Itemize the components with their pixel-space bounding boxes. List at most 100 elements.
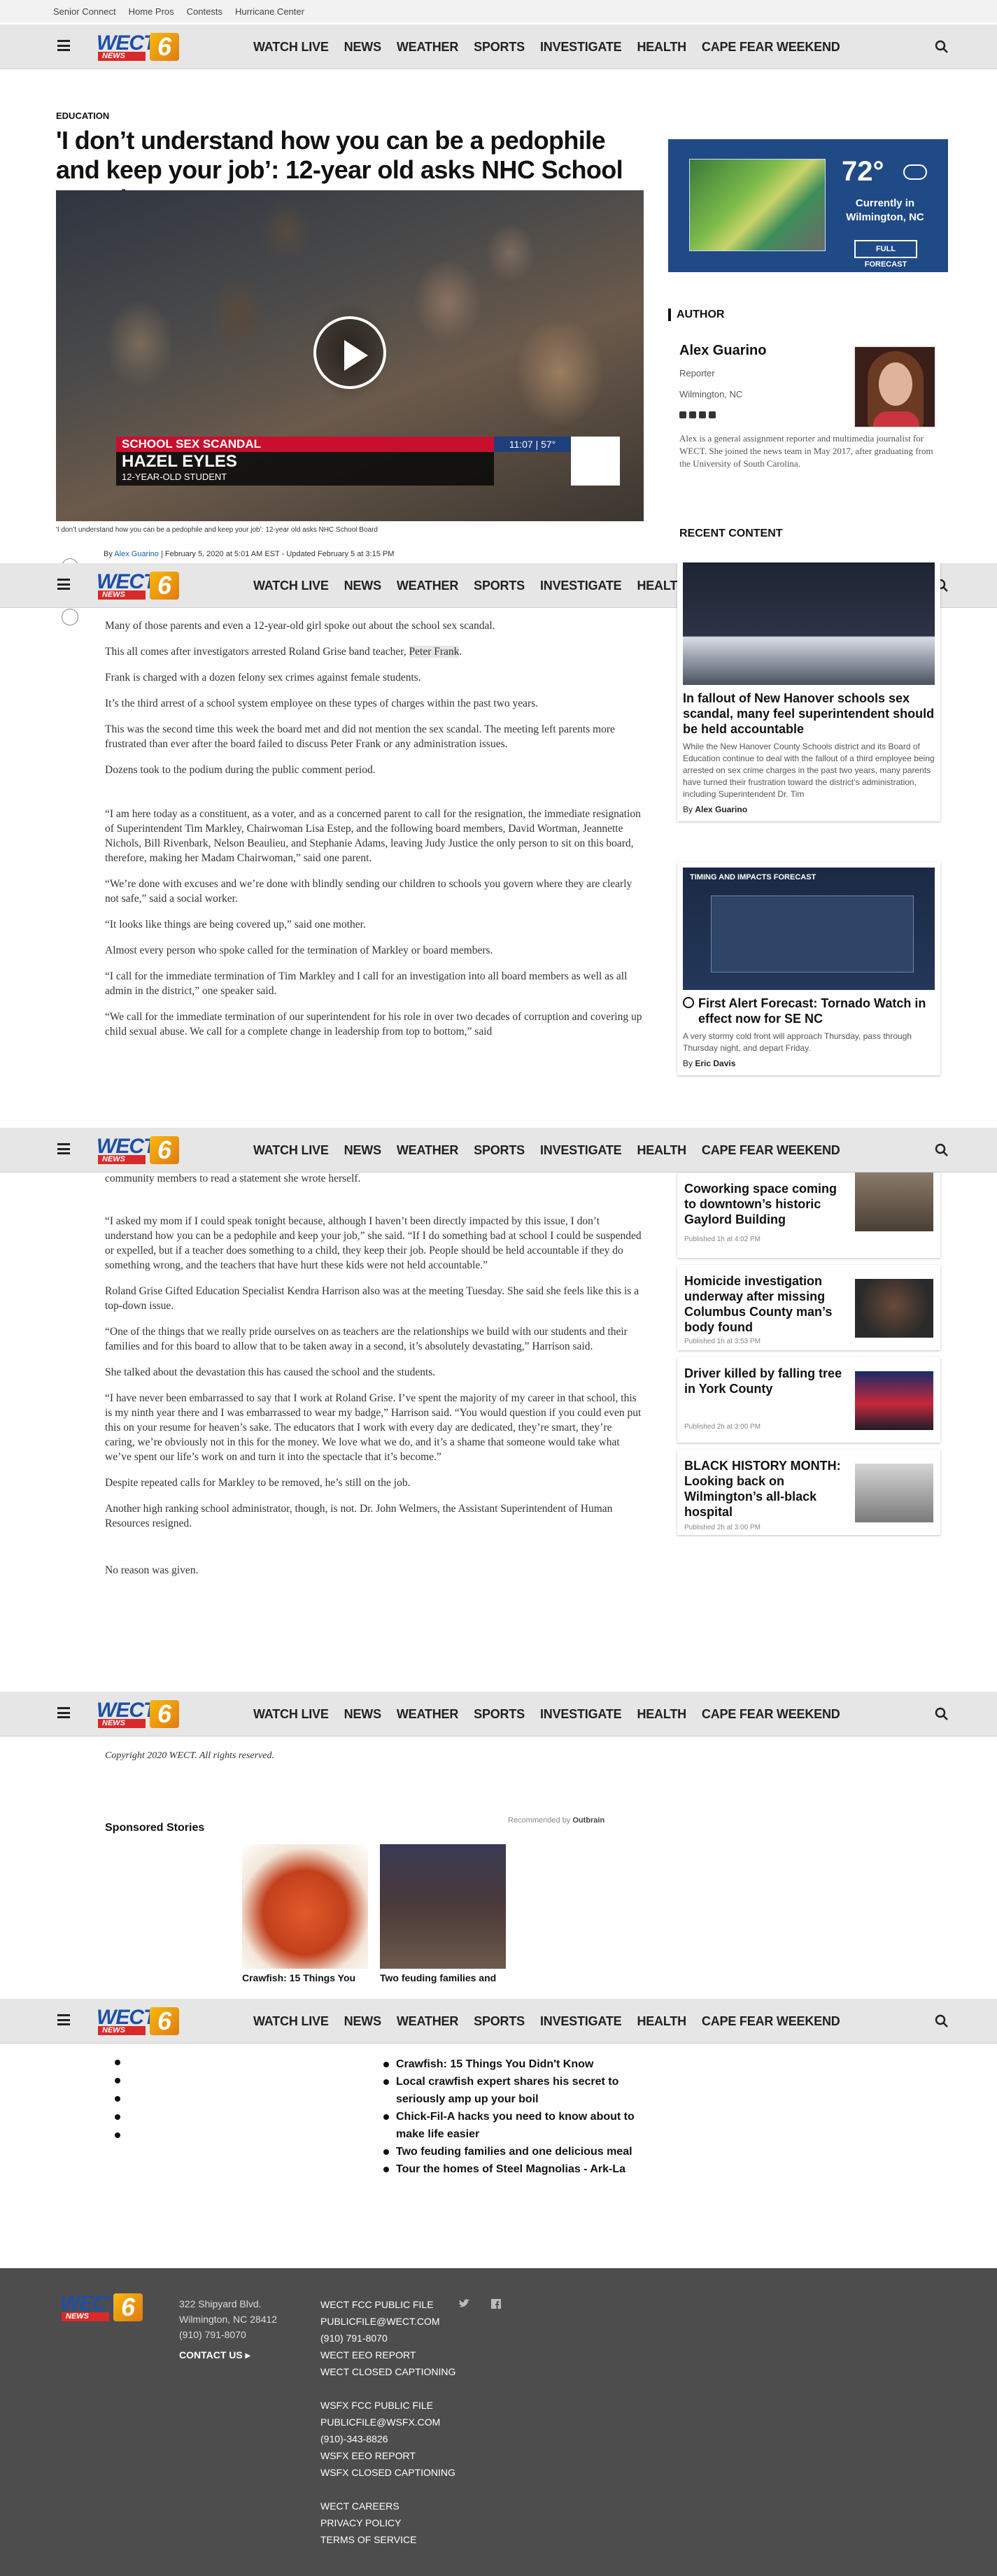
recent-story-card[interactable]: TIMING AND IMPACTS FORECAST First Alert … bbox=[677, 862, 940, 1075]
nav-weather[interactable]: WEATHER bbox=[397, 40, 458, 55]
nav-sports[interactable]: SPORTS bbox=[474, 1143, 525, 1158]
contact-us-link[interactable]: CONTACT US ▸ bbox=[179, 2349, 250, 2361]
recent-list-item[interactable]: Homicide investigation underway after mi… bbox=[677, 1265, 940, 1350]
wect-logo[interactable]: WECT NEWS 6 bbox=[97, 2007, 181, 2035]
wect-logo[interactable]: WECT NEWS 6 bbox=[97, 1136, 181, 1164]
nav-weather[interactable]: WEATHER bbox=[397, 1707, 458, 1722]
nav-cape-fear-weekend[interactable]: CAPE FEAR WEEKEND bbox=[702, 1143, 840, 1158]
instagram-icon[interactable] bbox=[709, 411, 716, 418]
footer-link[interactable]: PUBLICFILE@WECT.COM bbox=[320, 2313, 455, 2330]
email-icon[interactable] bbox=[699, 411, 706, 418]
story-title[interactable]: In fallout of New Hanover schools sex sc… bbox=[677, 691, 940, 737]
nav-watch-live[interactable]: WATCH LIVE bbox=[253, 579, 329, 593]
utility-link-hurricane-center[interactable]: Hurricane Center bbox=[235, 6, 304, 17]
nav-watch-live[interactable]: WATCH LIVE bbox=[253, 2014, 329, 2029]
facebook-icon[interactable] bbox=[689, 411, 696, 418]
story-title[interactable]: Coworking space coming to downtown’s his… bbox=[684, 1181, 852, 1227]
footer-link[interactable]: (910)-343-8826 bbox=[320, 2430, 455, 2447]
nav-sports[interactable]: SPORTS bbox=[474, 1707, 525, 1722]
twitter-icon[interactable] bbox=[459, 2299, 470, 2309]
email-share-icon[interactable] bbox=[62, 609, 78, 625]
nav-sports[interactable]: SPORTS bbox=[474, 2014, 525, 2029]
story-title[interactable]: First Alert Forecast: Tornado Watch in e… bbox=[677, 996, 940, 1026]
footer-link[interactable]: (910) 791-8070 bbox=[320, 2330, 455, 2347]
footer-link[interactable]: PUBLICFILE@WSFX.COM bbox=[320, 2414, 455, 2430]
nav-investigate[interactable]: INVESTIGATE bbox=[540, 1707, 622, 1722]
sponsored-item[interactable]: Crawfish: 15 Things You Didn't Know bbox=[242, 1844, 368, 1984]
footer-link[interactable]: WECT CLOSED CAPTIONING bbox=[320, 2363, 455, 2380]
sponsored-link[interactable]: Chick-Fil-A hacks you need to know about… bbox=[383, 2108, 635, 2143]
wect-logo[interactable]: WECT NEWS 6 bbox=[97, 572, 181, 600]
footer-link[interactable]: WSFX EEO REPORT bbox=[320, 2447, 455, 2464]
story-author[interactable]: Eric Davis bbox=[695, 1059, 735, 1068]
outbrain-recommended[interactable]: Recommended by Outbrain bbox=[508, 1816, 604, 1825]
play-button-icon[interactable] bbox=[313, 316, 386, 389]
nav-health[interactable]: HEALTH bbox=[637, 1707, 686, 1722]
menu-icon[interactable] bbox=[57, 1707, 70, 1718]
story-title[interactable]: Driver killed by falling tree in York Co… bbox=[684, 1366, 852, 1396]
nav-news[interactable]: NEWS bbox=[344, 1143, 381, 1158]
nav-sports[interactable]: SPORTS bbox=[474, 40, 525, 55]
nav-watch-live[interactable]: WATCH LIVE bbox=[253, 40, 329, 55]
utility-link-contests[interactable]: Contests bbox=[187, 6, 222, 17]
sponsored-link[interactable]: Crawfish: 15 Things You Didn't Know bbox=[383, 2055, 635, 2073]
nav-health[interactable]: HEALTH bbox=[637, 2014, 686, 2029]
nav-investigate[interactable]: INVESTIGATE bbox=[540, 40, 622, 55]
nav-health[interactable]: HEALTH bbox=[637, 1143, 686, 1158]
nav-weather[interactable]: WEATHER bbox=[397, 1143, 458, 1158]
nav-weather[interactable]: WEATHER bbox=[397, 579, 458, 593]
search-icon[interactable] bbox=[935, 2014, 949, 2028]
search-icon[interactable] bbox=[935, 1707, 949, 1721]
wect-logo[interactable]: WECT NEWS 6 bbox=[97, 33, 181, 61]
nav-news[interactable]: NEWS bbox=[344, 2014, 381, 2029]
nav-news[interactable]: NEWS bbox=[344, 579, 381, 593]
sponsored-link[interactable]: Tour the homes of Steel Magnolias - Ark-… bbox=[383, 2160, 635, 2178]
sponsored-link[interactable]: Local crawfish expert shares his secret … bbox=[383, 2073, 635, 2108]
nav-cape-fear-weekend[interactable]: CAPE FEAR WEEKEND bbox=[702, 40, 840, 55]
footer-link[interactable]: WECT CAREERS bbox=[320, 2498, 455, 2514]
footer-link[interactable]: TERMS OF SERVICE bbox=[320, 2531, 455, 2548]
video-player[interactable]: SCHOOL SEX SCANDAL HAZEL EYLES 12-YEAR-O… bbox=[56, 190, 644, 521]
nav-cape-fear-weekend[interactable]: CAPE FEAR WEEKEND bbox=[702, 1707, 840, 1722]
recent-list-item[interactable]: BLACK HISTORY MONTH: Looking back on Wil… bbox=[677, 1450, 940, 1535]
story-title[interactable]: BLACK HISTORY MONTH: Looking back on Wil… bbox=[684, 1458, 852, 1520]
nav-news[interactable]: NEWS bbox=[344, 40, 381, 55]
full-forecast-button[interactable]: FULL FORECAST bbox=[854, 240, 917, 269]
footer-link[interactable]: PRIVACY POLICY bbox=[320, 2514, 455, 2531]
menu-icon[interactable] bbox=[57, 40, 70, 51]
story-title[interactable]: Homicide investigation underway after mi… bbox=[684, 1273, 852, 1335]
sponsored-link[interactable]: Two feuding families and one delicious m… bbox=[383, 2143, 635, 2160]
nav-investigate[interactable]: INVESTIGATE bbox=[540, 1143, 622, 1158]
story-author[interactable]: Alex Guarino bbox=[695, 805, 747, 814]
recent-list-item[interactable]: Coworking space coming to downtown’s his… bbox=[677, 1173, 940, 1258]
nav-weather[interactable]: WEATHER bbox=[397, 2014, 458, 2029]
weather-widget[interactable]: 72° Currently in Wilmington, NC FULL FOR… bbox=[668, 139, 948, 272]
twitter-icon[interactable] bbox=[679, 411, 686, 418]
footer-logo[interactable]: WECT NEWS 6 bbox=[60, 2293, 144, 2321]
facebook-icon[interactable] bbox=[491, 2299, 501, 2309]
utility-link-senior-connect[interactable]: Senior Connect bbox=[53, 6, 116, 17]
nav-health[interactable]: HEALTH bbox=[637, 40, 686, 55]
byline-author-link[interactable]: Alex Guarino bbox=[114, 550, 159, 558]
wect-logo[interactable]: WECT NEWS 6 bbox=[97, 1700, 181, 1728]
nav-watch-live[interactable]: WATCH LIVE bbox=[253, 1143, 329, 1158]
nav-investigate[interactable]: INVESTIGATE bbox=[540, 2014, 622, 2029]
footer-link[interactable]: WECT EEO REPORT bbox=[320, 2347, 455, 2363]
menu-icon[interactable] bbox=[57, 579, 70, 590]
footer-link[interactable]: WSFX CLOSED CAPTIONING bbox=[320, 2464, 455, 2481]
nav-sports[interactable]: SPORTS bbox=[474, 579, 525, 593]
sponsored-item[interactable]: Two feuding families and one delicious m… bbox=[380, 1844, 506, 1984]
menu-icon[interactable] bbox=[57, 2014, 70, 2025]
footer-link[interactable]: WSFX FCC PUBLIC FILE bbox=[320, 2397, 455, 2414]
recent-list-item[interactable]: Driver killed by falling tree in York Co… bbox=[677, 1357, 940, 1443]
nav-news[interactable]: NEWS bbox=[344, 1707, 381, 1722]
nav-investigate[interactable]: INVESTIGATE bbox=[540, 579, 622, 593]
nav-cape-fear-weekend[interactable]: CAPE FEAR WEEKEND bbox=[702, 2014, 840, 2029]
section-label[interactable]: EDUCATION bbox=[56, 111, 109, 121]
menu-icon[interactable] bbox=[57, 1143, 70, 1154]
footer-link[interactable]: WECT FCC PUBLIC FILE bbox=[320, 2296, 455, 2313]
recent-story-card[interactable]: In fallout of New Hanover schools sex sc… bbox=[677, 562, 940, 821]
search-icon[interactable] bbox=[935, 1143, 949, 1157]
utility-link-home-pros[interactable]: Home Pros bbox=[129, 6, 174, 17]
author-name[interactable]: Alex Guarino bbox=[679, 343, 766, 359]
